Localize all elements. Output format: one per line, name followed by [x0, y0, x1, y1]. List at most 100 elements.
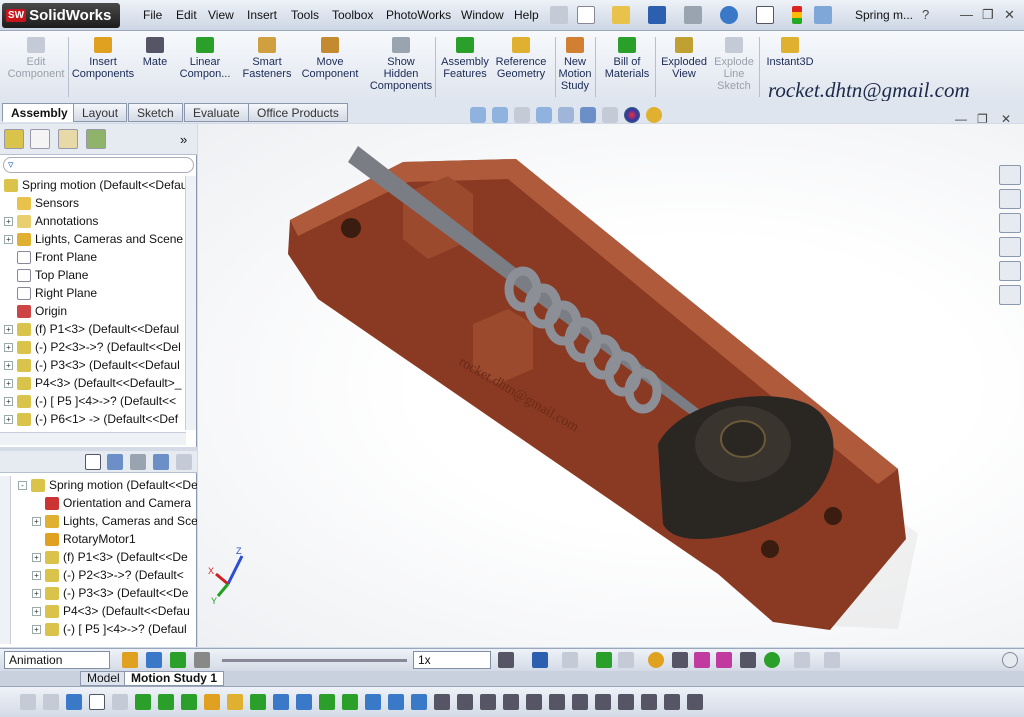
feature-tree-item[interactable]: Origin: [0, 302, 186, 320]
cmd-explode-line-sketch[interactable]: Explode Line Sketch: [712, 31, 756, 101]
menu-edit[interactable]: Edit: [176, 8, 197, 22]
menu-view[interactable]: View: [208, 8, 234, 22]
expand-icon[interactable]: +: [4, 396, 13, 406]
feature-tree-item[interactable]: + P4<3> (Default<<Default>_: [0, 374, 186, 392]
feature-tree-scrollbar[interactable]: [185, 176, 196, 430]
rebuild-traffic-light-icon[interactable]: [792, 6, 802, 24]
options-icon[interactable]: [814, 6, 832, 24]
part-icon[interactable]: [204, 694, 220, 710]
select-icon[interactable]: [89, 694, 105, 710]
design-library-icon[interactable]: [999, 189, 1021, 209]
motion-tree-item[interactable]: + (f) P1<3> (Default<<De: [14, 548, 197, 566]
select-pointer-icon[interactable]: [756, 6, 774, 24]
feature-tree-item[interactable]: + (-) [ P5 ]<4>->? (Default<<: [0, 392, 186, 410]
viewport-restore-icon[interactable]: ❐: [977, 112, 988, 126]
filter-selected-icon[interactable]: [153, 454, 169, 470]
expand-icon[interactable]: +: [32, 588, 41, 598]
expand-icon[interactable]: +: [4, 324, 13, 334]
width-icon[interactable]: [526, 694, 542, 710]
feature-tree-item[interactable]: + (-) P6<1> -> (Default<<Def: [0, 410, 186, 428]
menu-insert[interactable]: Insert: [247, 8, 277, 22]
file-explorer-icon[interactable]: [999, 213, 1021, 233]
spring-icon[interactable]: [672, 652, 688, 668]
save-icon[interactable]: [648, 6, 666, 24]
menu-photoworks[interactable]: PhotoWorks: [386, 8, 451, 22]
expand-icon[interactable]: +: [4, 378, 13, 388]
app-logo[interactable]: SW SolidWorks: [2, 3, 120, 28]
property-manager-tab-icon[interactable]: [30, 129, 50, 149]
path-icon[interactable]: [549, 694, 565, 710]
cam-mate-icon[interactable]: [595, 694, 611, 710]
playback-mode-icon[interactable]: [498, 652, 514, 668]
cmd-bill-of-materials[interactable]: Bill of Materials: [603, 31, 651, 101]
tangent-icon[interactable]: [411, 694, 427, 710]
feature-tree-tab-icon[interactable]: [4, 129, 24, 149]
expand-icon[interactable]: +: [32, 606, 41, 616]
motor-icon[interactable]: [648, 652, 664, 668]
results-plots-icon[interactable]: [794, 652, 810, 668]
motion-tree-scrollbar[interactable]: [0, 476, 11, 644]
motion-tree-item[interactable]: + (-) P3<3> (Default<<De: [14, 584, 197, 602]
coincident-icon[interactable]: [342, 694, 358, 710]
expand-icon[interactable]: +: [32, 552, 41, 562]
play-from-start-icon[interactable]: [146, 652, 162, 668]
gravity-icon[interactable]: [764, 652, 780, 668]
zoom-to-area-icon[interactable]: [492, 107, 508, 123]
screw-mate-icon[interactable]: [687, 694, 703, 710]
feature-tree-hscrollbar[interactable]: [0, 432, 186, 445]
feature-tree-item[interactable]: + Annotations: [0, 212, 186, 230]
cmd-show-hidden-components[interactable]: Show Hidden Components: [370, 31, 432, 101]
stop-icon[interactable]: [194, 652, 210, 668]
expand-icon[interactable]: +: [4, 342, 13, 352]
tab-evaluate[interactable]: Evaluate: [184, 103, 249, 122]
motion-tree-item[interactable]: Orientation and Camera: [14, 494, 197, 512]
distance-icon[interactable]: [457, 694, 473, 710]
feature-tree-item[interactable]: + (f) P1<3> (Default<<Defaul: [0, 320, 186, 338]
feature-tree-item[interactable]: Top Plane: [0, 266, 186, 284]
mates-icon[interactable]: [66, 694, 82, 710]
filter-animated-icon[interactable]: [107, 454, 123, 470]
feature-tree-item[interactable]: Front Plane: [0, 248, 186, 266]
apply-scene-icon[interactable]: [646, 107, 662, 123]
cmd-linear-compon[interactable]: Linear Compon...: [180, 31, 230, 101]
angle-icon[interactable]: [480, 694, 496, 710]
tab-office-products[interactable]: Office Products: [248, 103, 348, 122]
new-document-icon[interactable]: [577, 6, 595, 24]
menu-toolbox[interactable]: Toolbox: [332, 8, 373, 22]
save-animation-icon[interactable]: [532, 652, 548, 668]
tab-sketch[interactable]: Sketch: [128, 103, 183, 122]
smart-dimension-icon[interactable]: [20, 694, 36, 710]
undo-icon[interactable]: [720, 6, 738, 24]
graphics-viewport[interactable]: rocket.dhtn@gmail.com Z X Y: [198, 124, 1024, 647]
expand-icon[interactable]: +: [32, 516, 41, 526]
add-key-icon[interactable]: [618, 652, 634, 668]
zoom-to-fit-icon[interactable]: [470, 107, 486, 123]
cmd-new-motion-study[interactable]: New Motion Study: [557, 31, 593, 101]
solidworks-resources-icon[interactable]: [999, 165, 1021, 185]
minimize-icon[interactable]: —: [960, 7, 973, 22]
cmd-edit-component[interactable]: Edit Component: [4, 31, 68, 101]
hinge-icon[interactable]: [618, 694, 634, 710]
cmd-assembly-features[interactable]: Assembly Features: [440, 31, 490, 101]
hide-show-items-icon[interactable]: [602, 107, 618, 123]
cmd-insert-components[interactable]: Insert Components: [72, 31, 134, 101]
viewport-minimize-icon[interactable]: —: [955, 112, 967, 126]
feature-tree-item[interactable]: Spring motion (Default<<Defaul: [0, 176, 186, 194]
cmd-mate[interactable]: Mate: [138, 31, 172, 101]
parallel-icon[interactable]: [365, 694, 381, 710]
display-style-icon[interactable]: [580, 107, 596, 123]
feature-tree-item[interactable]: + Lights, Cameras and Scene: [0, 230, 186, 248]
fix-icon[interactable]: [250, 694, 266, 710]
motion-study-properties-icon[interactable]: [824, 652, 840, 668]
move-icon[interactable]: [273, 694, 289, 710]
motion-tree-item[interactable]: + (-) [ P5 ]<4>->? (Defaul: [14, 620, 197, 638]
view-palette-icon[interactable]: [999, 237, 1021, 257]
playback-slider[interactable]: [222, 659, 407, 662]
calculate-icon[interactable]: [122, 652, 138, 668]
filter-results-icon[interactable]: [176, 454, 192, 470]
perpendicular-icon[interactable]: [388, 694, 404, 710]
print-icon[interactable]: [684, 6, 702, 24]
expand-icon[interactable]: +: [32, 570, 41, 580]
edit-icon[interactable]: [112, 694, 128, 710]
viewport-close-icon[interactable]: ✕: [1001, 112, 1011, 126]
